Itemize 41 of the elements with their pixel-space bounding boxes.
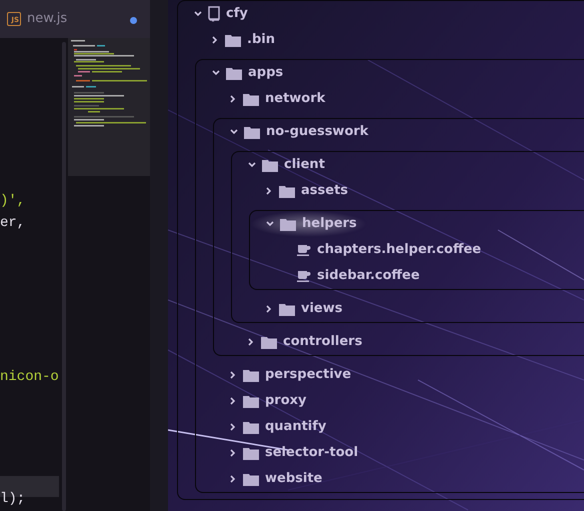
chevron-right-icon[interactable] (229, 449, 237, 457)
chevron-down-icon[interactable] (230, 128, 238, 136)
folder-item[interactable]: perspective (213, 362, 362, 388)
chevron-right-icon[interactable] (265, 187, 273, 195)
chevron-right-icon[interactable] (229, 475, 237, 483)
folder-item[interactable]: cfy (178, 1, 258, 27)
folder-item[interactable]: controllers (231, 329, 372, 355)
code-line: er, (0, 214, 26, 233)
folder-item[interactable]: apps (196, 60, 294, 86)
chevron-right-icon[interactable] (247, 338, 255, 346)
chevron-right-icon[interactable] (229, 397, 237, 405)
folder-item[interactable]: client (232, 152, 335, 178)
code-line: nicon-o (0, 368, 59, 387)
tab-title: new.js (27, 10, 68, 28)
folder-item[interactable]: views (249, 296, 352, 322)
chevron-down-icon[interactable] (248, 161, 256, 169)
folder-item[interactable]: selector-tool (213, 440, 368, 466)
book-icon (208, 6, 220, 22)
folder-item[interactable]: helpers (250, 211, 367, 237)
minimap-drawing[interactable] (68, 38, 150, 176)
chevron-right-icon[interactable] (229, 95, 237, 103)
folder-item[interactable]: quantify (213, 414, 336, 440)
folder-item[interactable]: no-guesswork (214, 119, 378, 145)
coffee-cup-icon (297, 244, 311, 256)
chevron-down-icon[interactable] (266, 220, 274, 228)
chevron-right-icon[interactable] (229, 423, 237, 431)
folder-item[interactable]: proxy (213, 388, 317, 414)
file-item[interactable]: sidebar.coffee (267, 263, 430, 289)
chevron-down-icon[interactable] (212, 69, 220, 77)
folder-item[interactable]: assets (249, 178, 358, 204)
chevron-right-icon[interactable] (211, 36, 219, 44)
chevron-right-icon[interactable] (265, 305, 273, 313)
chevron-right-icon[interactable] (229, 371, 237, 379)
folder-item[interactable]: website (213, 466, 332, 492)
file-item[interactable]: chapters.helper.coffee (267, 237, 492, 263)
chevron-down-icon[interactable] (194, 10, 202, 18)
folder-item[interactable]: .bin (195, 27, 285, 53)
code-line: )', (0, 192, 26, 211)
code-line: l); (0, 490, 26, 509)
folder-item[interactable]: network (213, 86, 336, 112)
coffee-cup-icon (297, 270, 311, 282)
